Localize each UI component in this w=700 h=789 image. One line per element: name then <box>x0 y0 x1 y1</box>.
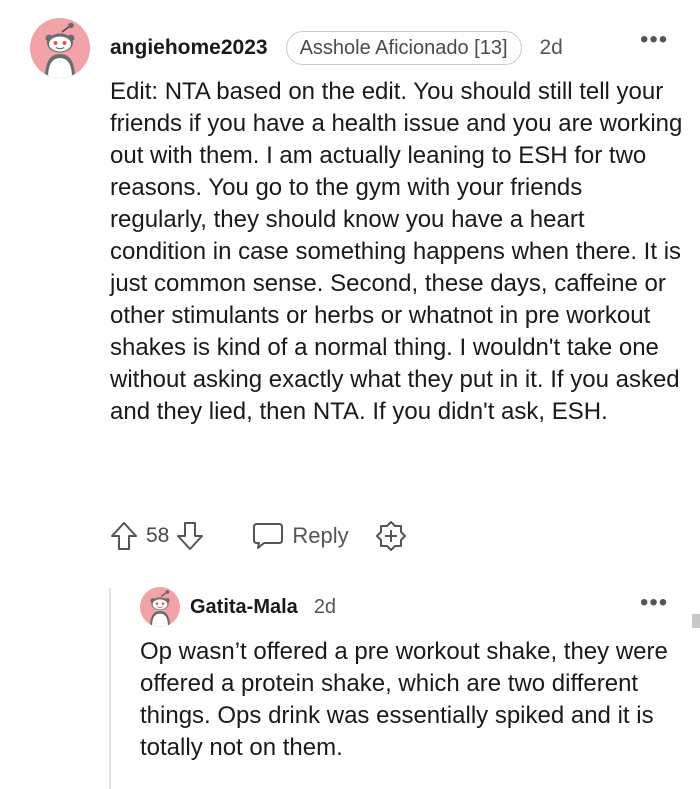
thread-line[interactable] <box>109 588 111 789</box>
reply-label: Reply <box>292 523 349 548</box>
award-plus-icon <box>375 521 406 551</box>
reply-timestamp: 2d <box>313 595 337 618</box>
snoo-avatar-icon <box>140 587 180 627</box>
snoo-avatar-icon <box>30 18 90 78</box>
more-dots-icon: ••• <box>640 589 669 616</box>
upvote-button[interactable] <box>110 521 138 551</box>
downvote-button[interactable] <box>176 521 204 551</box>
timestamp: 2d <box>539 36 563 59</box>
comment-header: angiehome2023 Asshole Aficionado [13] 2d <box>110 30 563 66</box>
reply-more-options-button[interactable]: ••• <box>640 591 668 615</box>
reply-button[interactable]: Reply <box>252 522 349 550</box>
more-dots-icon: ••• <box>640 26 669 53</box>
reply-username[interactable]: Gatita-Mala <box>190 596 298 619</box>
reply-avatar[interactable] <box>140 587 180 627</box>
vote-count: 58 <box>146 524 170 547</box>
upvote-arrow-icon <box>111 522 137 550</box>
user-flair: Asshole Aficionado [13] <box>285 31 522 65</box>
comment-actions: 58 Reply <box>110 518 407 554</box>
reply-header: Gatita-Mala 2d <box>190 593 336 621</box>
award-button[interactable] <box>375 520 407 552</box>
more-options-button[interactable]: ••• <box>640 28 668 52</box>
avatar[interactable] <box>30 18 90 78</box>
speech-bubble-icon <box>253 523 284 549</box>
scrollbar[interactable] <box>692 614 700 628</box>
reply-body: Op wasn’t offered a pre workout shake, t… <box>140 638 668 761</box>
comment-thread: angiehome2023 Asshole Aficionado [13] 2d… <box>0 0 700 789</box>
comment-body: Edit: NTA based on the edit. You should … <box>110 78 683 425</box>
downvote-arrow-icon <box>177 522 204 550</box>
username[interactable]: angiehome2023 <box>110 36 268 60</box>
